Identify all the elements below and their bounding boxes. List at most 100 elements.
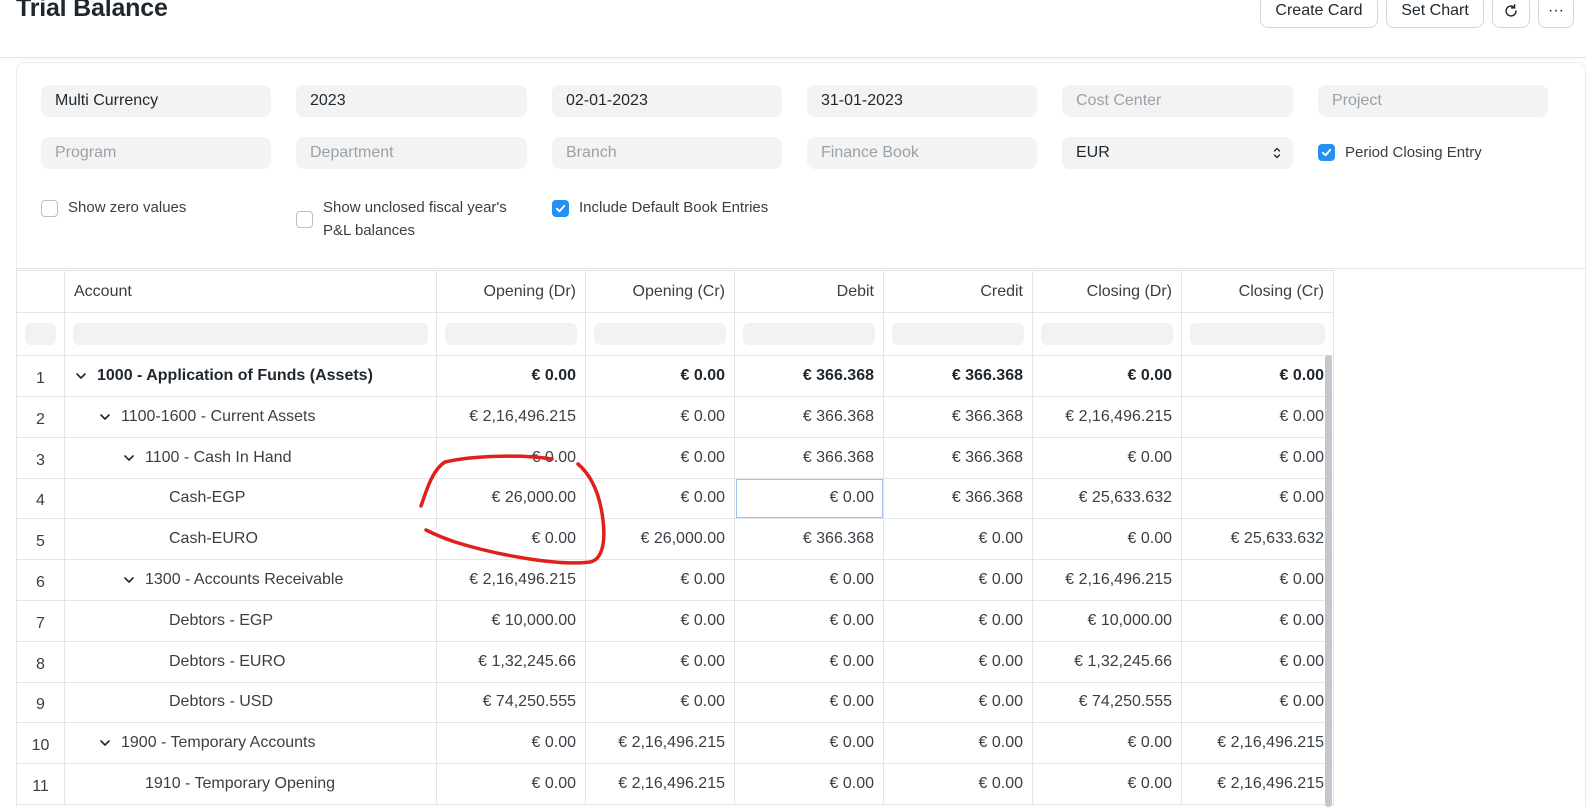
credit-cell[interactable]: € 0.00 — [884, 641, 1033, 682]
credit-cell[interactable]: € 366.368 — [884, 437, 1033, 478]
opening-cr-cell[interactable]: € 2,16,496.215 — [586, 764, 735, 804]
presentation-currency-select[interactable]: Multi Currency — [41, 85, 271, 117]
account-cell[interactable]: Debtors - USD — [65, 682, 437, 723]
debit-cell[interactable]: € 366.368 — [735, 396, 884, 437]
account-cell[interactable]: 1900 - Temporary Accounts — [65, 723, 437, 764]
branch-field[interactable]: Branch — [552, 137, 782, 169]
show-unclosed-checkbox[interactable] — [296, 211, 313, 228]
chevron-down-icon[interactable] — [99, 737, 111, 749]
debit-cell[interactable]: € 0.00 — [735, 723, 884, 764]
closing-cr-cell[interactable]: € 0.00 — [1182, 356, 1334, 396]
credit-cell[interactable]: € 0.00 — [884, 682, 1033, 723]
opening-dr-cell[interactable]: € 26,000.00 — [437, 478, 586, 519]
debit-cell[interactable]: € 0.00 — [735, 641, 884, 682]
table-row[interactable]: 2 1100-1600 - Current Assets € 2,16,496.21… — [17, 396, 1334, 438]
more-menu-button[interactable]: ··· — [1538, 0, 1574, 28]
opening-cr-cell[interactable]: € 2,16,496.215 — [586, 723, 735, 764]
opening-dr-cell[interactable]: € 0.00 — [437, 764, 586, 804]
column-filter-input-debit[interactable] — [743, 323, 875, 345]
to-date-field[interactable]: 31-01-2023 — [807, 85, 1037, 117]
closing-cr-cell[interactable]: € 0.00 — [1182, 600, 1334, 641]
column-header-account[interactable]: Account — [65, 271, 437, 312]
refresh-button[interactable] — [1492, 0, 1530, 28]
debit-cell[interactable]: € 0.00 — [735, 600, 884, 641]
closing-cr-cell[interactable]: € 2,16,496.215 — [1182, 723, 1334, 764]
column-header-closing-cr[interactable]: Closing (Cr) — [1182, 271, 1334, 312]
column-filter-input-credit[interactable] — [892, 323, 1024, 345]
set-chart-button[interactable]: Set Chart — [1386, 0, 1484, 28]
account-cell[interactable]: 1300 - Accounts Receivable — [65, 560, 437, 600]
table-row[interactable]: 5 Cash-EURO € 0.00 € 26,000.00 € 366.368 € 0.… — [17, 519, 1334, 561]
debit-cell[interactable]: € 366.368 — [735, 519, 884, 560]
table-scrollbar[interactable] — [1325, 355, 1332, 807]
project-field[interactable]: Project — [1318, 85, 1548, 117]
closing-cr-cell[interactable]: € 0.00 — [1182, 478, 1334, 519]
cost-center-field[interactable]: Cost Center — [1062, 85, 1293, 117]
table-row[interactable]: 11 1910 - Temporary Opening € 0.00 € 2,16,4… — [17, 764, 1334, 805]
opening-dr-cell[interactable]: € 0.00 — [437, 519, 586, 560]
closing-dr-cell[interactable]: € 2,16,496.215 — [1033, 560, 1182, 600]
debit-cell[interactable]: € 366.368 — [735, 437, 884, 478]
program-field[interactable]: Program — [41, 137, 271, 169]
opening-cr-cell[interactable]: € 0.00 — [586, 396, 735, 437]
table-row[interactable]: 7 Debtors - EGP € 10,000.00 € 0.00 € 0.00 € 0… — [17, 600, 1334, 642]
row-index-filter-input[interactable] — [25, 323, 56, 345]
opening-cr-cell[interactable]: € 0.00 — [586, 437, 735, 478]
column-filter-input-account[interactable] — [73, 323, 428, 345]
opening-cr-cell[interactable]: € 0.00 — [586, 641, 735, 682]
period-closing-entry-checkbox[interactable] — [1318, 144, 1335, 161]
closing-dr-cell[interactable]: € 74,250.555 — [1033, 682, 1182, 723]
closing-dr-cell[interactable]: € 0.00 — [1033, 519, 1182, 560]
opening-cr-cell[interactable]: € 0.00 — [586, 682, 735, 723]
finance-book-field[interactable]: Finance Book — [807, 137, 1037, 169]
opening-dr-cell[interactable]: € 74,250.555 — [437, 682, 586, 723]
opening-cr-cell[interactable]: € 0.00 — [586, 356, 735, 396]
closing-dr-cell[interactable]: € 0.00 — [1033, 437, 1182, 478]
opening-cr-cell[interactable]: € 0.00 — [586, 560, 735, 600]
table-row[interactable]: 4 Cash-EGP € 26,000.00 € 0.00 € 0.00 € 366.36… — [17, 478, 1334, 520]
closing-dr-cell[interactable]: € 25,633.632 — [1033, 478, 1182, 519]
closing-dr-cell[interactable]: € 1,32,245.66 — [1033, 641, 1182, 682]
include-default-book-checkbox[interactable] — [552, 200, 569, 217]
opening-dr-cell[interactable]: € 2,16,496.215 — [437, 396, 586, 437]
table-row[interactable]: 9 Debtors - USD € 74,250.555 € 0.00 € 0.00 € … — [17, 682, 1334, 724]
account-cell[interactable]: 1000 - Application of Funds (Assets) — [65, 356, 437, 396]
closing-cr-cell[interactable]: € 0.00 — [1182, 437, 1334, 478]
opening-dr-cell[interactable]: € 0.00 — [437, 356, 586, 396]
closing-dr-cell[interactable]: € 0.00 — [1033, 723, 1182, 764]
table-row[interactable]: 1 1000 - Application of Funds (Assets) € 0… — [17, 356, 1334, 397]
table-row[interactable]: 8 Debtors - EURO € 1,32,245.66 € 0.00 € 0.00… — [17, 641, 1334, 683]
opening-cr-cell[interactable]: € 0.00 — [586, 478, 735, 519]
chevron-down-icon[interactable] — [75, 370, 87, 382]
column-filter-input-closing-cr[interactable] — [1190, 323, 1325, 345]
closing-cr-cell[interactable]: € 25,633.632 — [1182, 519, 1334, 560]
closing-cr-cell[interactable]: € 2,16,496.215 — [1182, 764, 1334, 804]
closing-dr-cell[interactable]: € 10,000.00 — [1033, 600, 1182, 641]
chevron-down-icon[interactable] — [123, 452, 135, 464]
opening-dr-cell[interactable]: € 0.00 — [437, 723, 586, 764]
credit-cell[interactable]: € 0.00 — [884, 764, 1033, 804]
closing-cr-cell[interactable]: € 0.00 — [1182, 682, 1334, 723]
fiscal-year-field[interactable]: 2023 — [296, 85, 527, 117]
credit-cell[interactable]: € 0.00 — [884, 519, 1033, 560]
table-row[interactable]: 10 1900 - Temporary Accounts € 0.00 € 2,16,… — [17, 723, 1334, 765]
account-cell[interactable]: Cash-EURO — [65, 519, 437, 560]
debit-cell[interactable]: € 366.368 — [735, 356, 884, 396]
table-row[interactable]: 3 1100 - Cash In Hand € 0.00 € 0.00 € 366.36… — [17, 437, 1334, 479]
chevron-down-icon[interactable] — [99, 411, 111, 423]
opening-dr-cell[interactable]: € 0.00 — [437, 437, 586, 478]
credit-cell[interactable]: € 366.368 — [884, 356, 1033, 396]
currency-select[interactable]: EUR — [1062, 137, 1293, 169]
show-zero-values-checkbox[interactable] — [41, 200, 58, 217]
closing-dr-cell[interactable]: € 0.00 — [1033, 764, 1182, 804]
column-filter-input-closing-dr[interactable] — [1041, 323, 1173, 345]
account-cell[interactable]: Debtors - EURO — [65, 641, 437, 682]
debit-cell[interactable]: € 0.00 — [735, 682, 884, 723]
account-cell[interactable]: 1100 - Cash In Hand — [65, 437, 437, 478]
table-row[interactable]: 6 1300 - Accounts Receivable € 2,16,496.21… — [17, 560, 1334, 601]
create-card-button[interactable]: Create Card — [1260, 0, 1378, 28]
opening-dr-cell[interactable]: € 1,32,245.66 — [437, 641, 586, 682]
closing-cr-cell[interactable]: € 0.00 — [1182, 560, 1334, 600]
column-header-closing-dr[interactable]: Closing (Dr) — [1033, 271, 1182, 312]
column-filter-input-opening-dr[interactable] — [445, 323, 577, 345]
